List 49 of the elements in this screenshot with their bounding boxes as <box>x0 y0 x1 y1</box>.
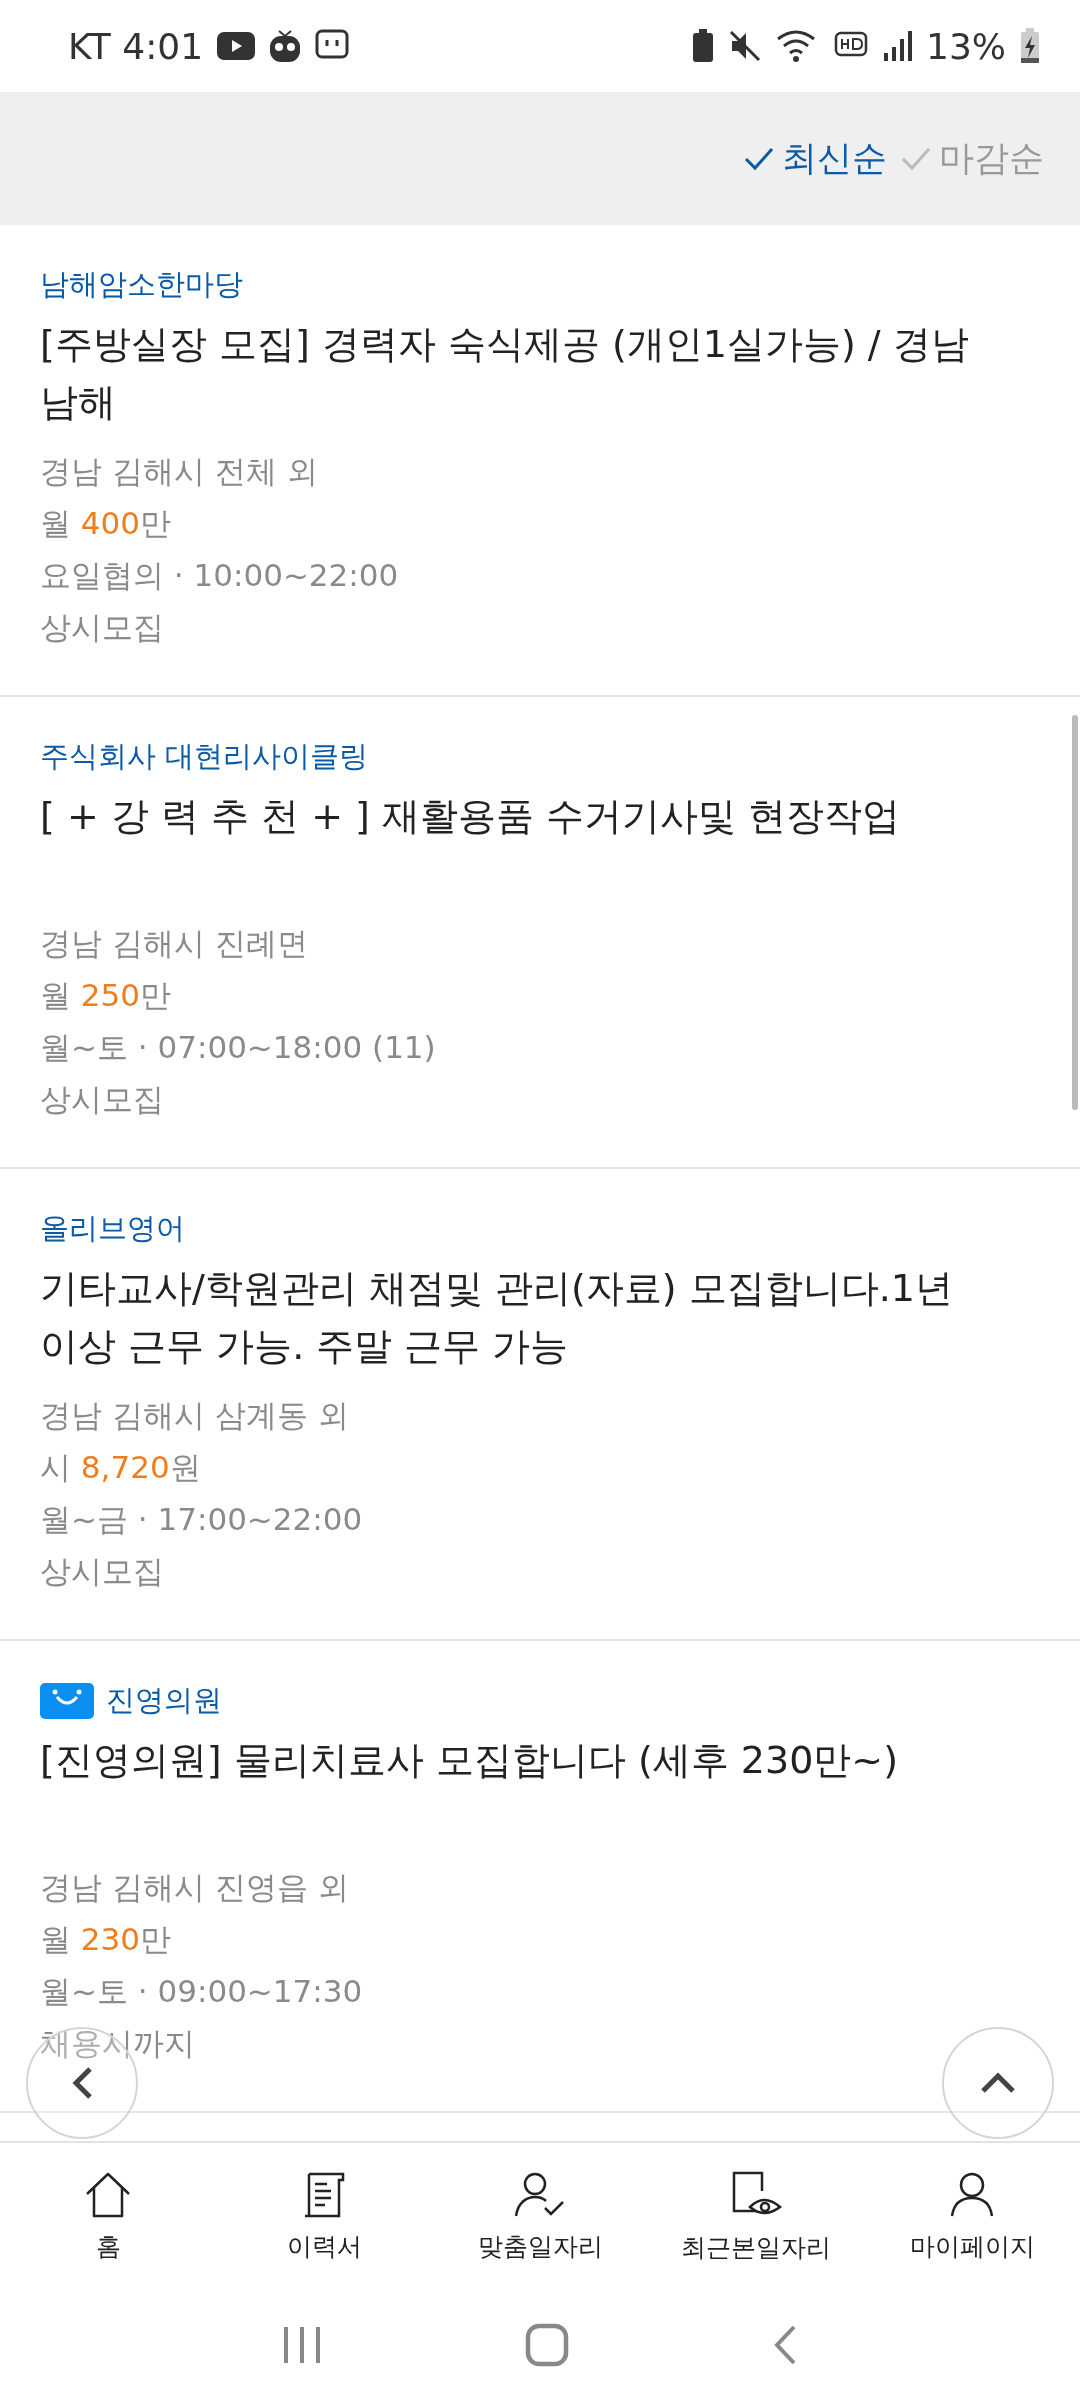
job-schedule: 월~토 · 09:00~17:30 <box>40 1972 363 2011</box>
job-title: [ + 강 력 추 천 + ] 재활용품 수거기사및 현장작업 <box>40 793 902 840</box>
sort-option[interactable]: 최신순 <box>744 135 887 182</box>
company-name: 진영의원 <box>106 1682 222 1719</box>
company-name: 주식회사 대현리사이클링 <box>40 738 369 775</box>
company-name: 올리브영어 <box>40 1210 185 1247</box>
signal-icon <box>882 31 912 61</box>
job-title: [진영의원] 물리치료사 모집합니다 (세후 230만~) <box>40 1737 899 1784</box>
job-title: 기타교사/학원관리 채점및 관리(자료) 모집합니다.1년 이상 근무 가능. 주말 근무 가능 <box>40 1265 954 1370</box>
job-card[interactable]: 올리브영어 기타교사/학원관리 채점및 관리(자료) 모집합니다.1년 이상 근무 가능. 주말 근무 가능 경남 김해시 삼계동 외 시 8,720원 월~금 · 17:00~22:00 상시모집 <box>0 1169 1080 1641</box>
check-icon <box>901 145 931 172</box>
company-name: 남해암소한마당 <box>40 266 243 303</box>
job-title: [주방실장 모집] 경력자 숙식제공 (개인1실가능) / 경남 남해 <box>40 321 970 426</box>
job-pay: 월 250만 <box>40 976 172 1015</box>
battery-charging-icon <box>1020 28 1040 64</box>
carrier-time: KT 4:01 <box>68 25 204 67</box>
job-schedule: 월~금 · 17:00~22:00 <box>40 1500 363 1539</box>
recents-button[interactable] <box>281 2325 322 2365</box>
job-location: 경남 김해시 진례면 <box>40 924 308 963</box>
mascot-icon <box>269 29 302 63</box>
chevron-up-icon <box>979 2071 1017 2095</box>
battery-saver-icon <box>692 29 714 63</box>
job-location: 경남 김해시 진영읍 외 <box>40 1868 349 1907</box>
home-square-icon <box>525 2323 569 2367</box>
nav-tab[interactable]: 마이페이지 <box>864 2143 1080 2290</box>
battery-percent: 13% <box>926 25 1006 67</box>
check-icon <box>744 145 774 172</box>
nav-tab[interactable]: 이력서 <box>216 2143 432 2290</box>
job-schedule: 월~토 · 07:00~18:00 (11) <box>40 1028 436 1067</box>
back-icon <box>70 2065 94 2101</box>
job-location: 경남 김해시 전체 외 <box>40 452 318 491</box>
nav-tab[interactable]: 맞춤일자리 <box>432 2143 648 2290</box>
nav-tab[interactable]: 홈 <box>0 2143 216 2290</box>
job-pay: 월 400만 <box>40 504 172 543</box>
job-period: 상시모집 <box>40 608 164 647</box>
job-pay: 시 8,720원 <box>40 1448 201 1487</box>
mute-icon <box>728 29 762 63</box>
job-card[interactable]: 남해암소한마당 [주방실장 모집] 경력자 숙식제공 (개인1실가능) / 경남 남해 경남 김해시 전체 외 월 400만 요일협의 · 10:00~22:00 상시모집 <box>0 225 1080 697</box>
home-button[interactable] <box>525 2323 569 2367</box>
job-pay: 월 230만 <box>40 1920 172 1959</box>
job-schedule: 요일협의 · 10:00~22:00 <box>40 556 399 595</box>
job-card[interactable]: 진영의원 [진영의원] 물리치료사 모집합니다 (세후 230만~) 경남 김해시 진영읍 외 월 230만 월~토 · 09:00~17:30 채용시까지 <box>0 1641 1080 2113</box>
nav-tab[interactable]: 최근본일자리 <box>648 2143 864 2290</box>
job-location: 경남 김해시 삼계동 외 <box>40 1396 349 1435</box>
recents-icon <box>281 2325 322 2365</box>
job-period: 상시모집 <box>40 1080 164 1119</box>
play-icon <box>217 32 256 60</box>
job-period: 채용시까지 <box>40 2024 195 2063</box>
job-period: 상시모집 <box>40 1552 164 1591</box>
